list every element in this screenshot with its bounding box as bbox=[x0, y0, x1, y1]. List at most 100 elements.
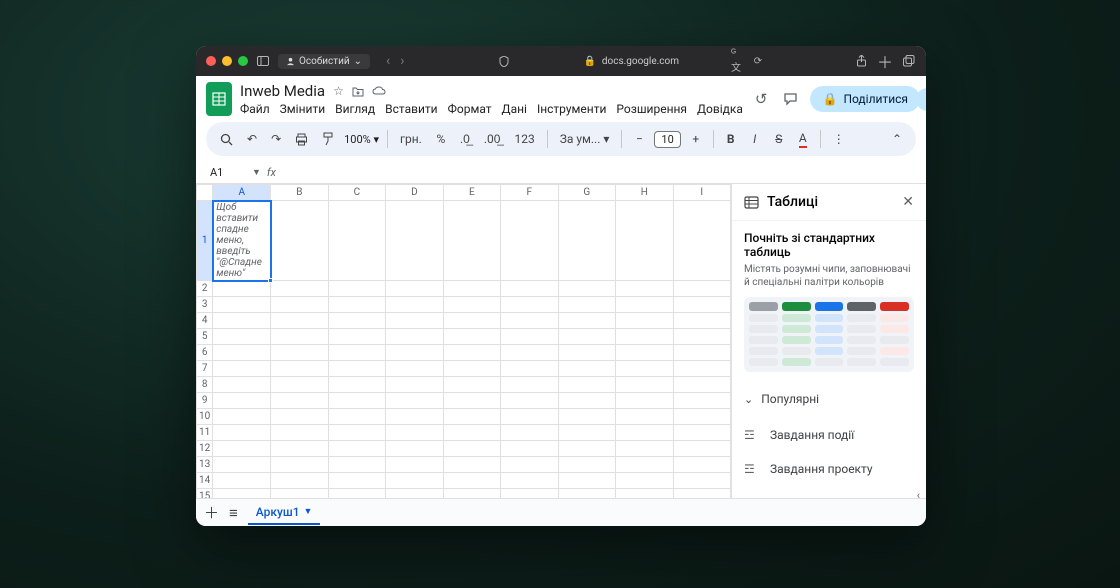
cell[interactable] bbox=[328, 425, 385, 441]
minimize-window-button[interactable] bbox=[222, 56, 232, 66]
cell[interactable] bbox=[501, 361, 558, 377]
share-icon-browser[interactable] bbox=[854, 54, 868, 68]
cell[interactable] bbox=[558, 473, 615, 489]
cell[interactable] bbox=[213, 489, 271, 499]
cell[interactable] bbox=[443, 377, 500, 393]
cell[interactable] bbox=[616, 409, 673, 425]
template-item[interactable]: ☲Завдання події bbox=[744, 418, 914, 452]
cell[interactable] bbox=[271, 409, 328, 425]
cell[interactable] bbox=[213, 393, 271, 409]
cell[interactable] bbox=[616, 457, 673, 473]
cell[interactable] bbox=[328, 361, 385, 377]
cell[interactable] bbox=[271, 329, 328, 345]
font-size-input[interactable]: 10 bbox=[654, 131, 680, 148]
cell[interactable] bbox=[213, 361, 271, 377]
cell[interactable] bbox=[271, 201, 328, 281]
cell[interactable] bbox=[271, 441, 328, 457]
cell[interactable] bbox=[213, 457, 271, 473]
cell[interactable] bbox=[616, 281, 673, 297]
cell[interactable] bbox=[271, 297, 328, 313]
cell[interactable] bbox=[328, 441, 385, 457]
cell[interactable] bbox=[501, 329, 558, 345]
cell[interactable] bbox=[443, 201, 500, 281]
sheets-logo[interactable] bbox=[206, 82, 232, 116]
cell[interactable] bbox=[501, 489, 558, 499]
cell[interactable] bbox=[673, 425, 731, 441]
tabs-icon[interactable] bbox=[902, 54, 916, 68]
cell[interactable] bbox=[558, 377, 615, 393]
cell[interactable] bbox=[673, 441, 731, 457]
cell[interactable] bbox=[386, 473, 443, 489]
decrease-decimal-button[interactable]: .0̲ bbox=[456, 128, 474, 150]
forward-button[interactable]: › bbox=[396, 53, 408, 69]
cell[interactable] bbox=[328, 313, 385, 329]
menu-data[interactable]: Дані bbox=[502, 102, 527, 116]
menu-help[interactable]: Довідка bbox=[697, 102, 743, 116]
print-button[interactable] bbox=[291, 129, 312, 150]
cell[interactable] bbox=[673, 377, 731, 393]
cell[interactable] bbox=[673, 473, 731, 489]
cell[interactable] bbox=[673, 345, 731, 361]
popular-section-toggle[interactable]: ⌄ Популярні bbox=[744, 386, 914, 412]
cell[interactable] bbox=[386, 345, 443, 361]
cell[interactable] bbox=[386, 457, 443, 473]
cell[interactable] bbox=[328, 393, 385, 409]
shield-icon[interactable] bbox=[497, 54, 511, 68]
cell[interactable] bbox=[558, 425, 615, 441]
cell[interactable] bbox=[558, 409, 615, 425]
cell[interactable] bbox=[558, 201, 615, 281]
cell[interactable] bbox=[328, 473, 385, 489]
cell[interactable] bbox=[443, 393, 500, 409]
cell[interactable] bbox=[271, 377, 328, 393]
cell[interactable] bbox=[501, 313, 558, 329]
cell[interactable] bbox=[501, 441, 558, 457]
cell[interactable] bbox=[386, 425, 443, 441]
cell[interactable] bbox=[443, 473, 500, 489]
cell[interactable] bbox=[386, 281, 443, 297]
cell[interactable] bbox=[271, 489, 328, 499]
cell[interactable] bbox=[213, 313, 271, 329]
share-button[interactable]: 🔒 Поділитися bbox=[810, 86, 920, 112]
grid-scroll[interactable]: ABCDEFGHI1Щоб вставити спадне меню, введ… bbox=[196, 184, 731, 498]
new-tab-icon[interactable]: ＋ bbox=[878, 54, 892, 68]
cell[interactable] bbox=[501, 393, 558, 409]
cell[interactable] bbox=[616, 345, 673, 361]
collapse-side-panel-button[interactable]: ‹ bbox=[917, 489, 920, 498]
cell[interactable] bbox=[443, 457, 500, 473]
cell[interactable] bbox=[386, 489, 443, 499]
menu-file[interactable]: Файл bbox=[240, 102, 270, 116]
cloud-status-icon[interactable] bbox=[372, 86, 386, 96]
cell[interactable] bbox=[501, 377, 558, 393]
cell[interactable] bbox=[386, 201, 443, 281]
cell[interactable] bbox=[443, 489, 500, 499]
cell[interactable] bbox=[501, 345, 558, 361]
cell[interactable] bbox=[328, 281, 385, 297]
menu-view[interactable]: Вигляд bbox=[335, 102, 375, 116]
star-icon[interactable]: ☆ bbox=[333, 84, 344, 98]
sheet-tab[interactable]: Аркуш1 ▼ bbox=[248, 501, 321, 525]
redo-button[interactable]: ↷ bbox=[267, 128, 285, 150]
cell[interactable] bbox=[386, 393, 443, 409]
move-icon[interactable] bbox=[352, 86, 364, 97]
cell[interactable] bbox=[213, 345, 271, 361]
cell[interactable] bbox=[673, 489, 731, 499]
cell[interactable] bbox=[271, 473, 328, 489]
template-item[interactable]: ☲Завдання проекту bbox=[744, 452, 914, 486]
cell[interactable] bbox=[501, 409, 558, 425]
cell[interactable] bbox=[616, 393, 673, 409]
url-text[interactable]: docs.google.com bbox=[602, 56, 679, 67]
spreadsheet-grid[interactable]: ABCDEFGHI1Щоб вставити спадне меню, введ… bbox=[196, 184, 731, 498]
cell[interactable] bbox=[558, 345, 615, 361]
cell[interactable] bbox=[558, 313, 615, 329]
sidebar-toggle-icon[interactable] bbox=[256, 54, 270, 68]
cell[interactable] bbox=[558, 489, 615, 499]
cell[interactable] bbox=[213, 425, 271, 441]
cell[interactable] bbox=[271, 457, 328, 473]
cell[interactable] bbox=[213, 377, 271, 393]
cell[interactable] bbox=[443, 345, 500, 361]
cell[interactable] bbox=[271, 393, 328, 409]
cell[interactable] bbox=[328, 329, 385, 345]
cell[interactable] bbox=[673, 393, 731, 409]
cell[interactable] bbox=[616, 361, 673, 377]
cell[interactable] bbox=[271, 313, 328, 329]
